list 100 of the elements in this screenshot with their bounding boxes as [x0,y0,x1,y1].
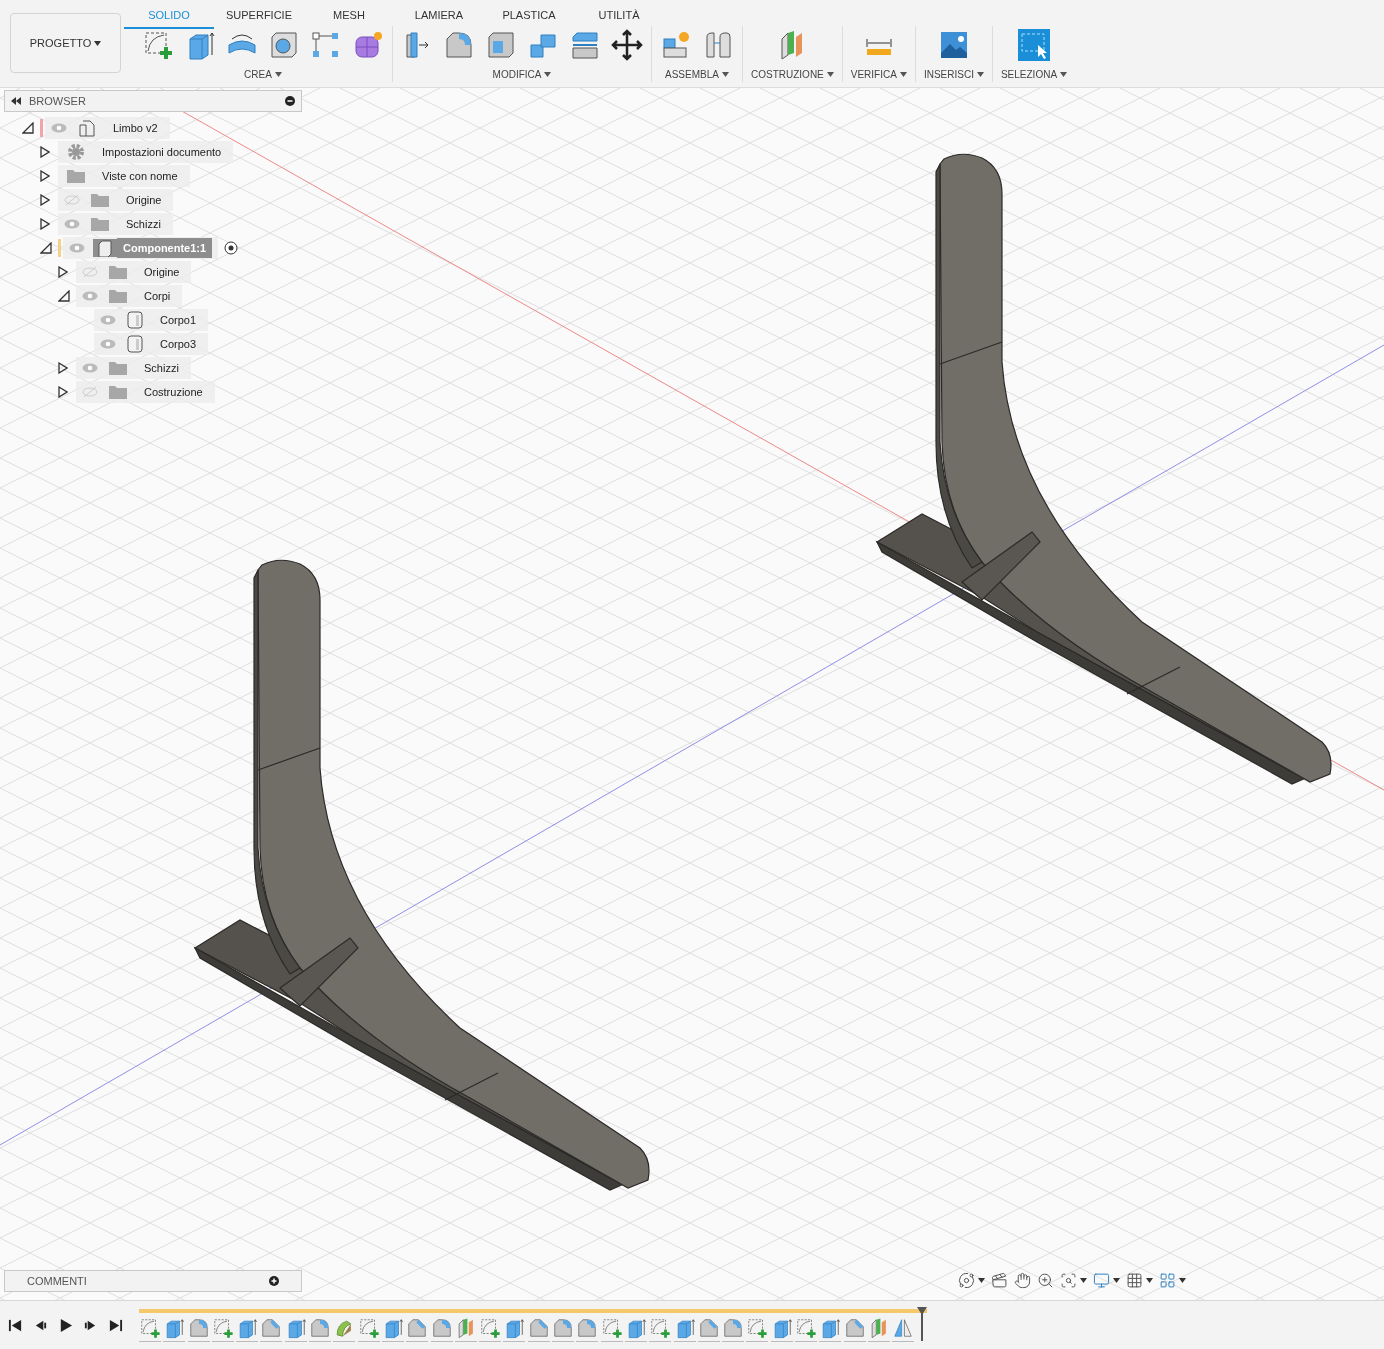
caret-icon [274,72,282,77]
ribbon-tab[interactable]: SUPERFICIE [214,0,304,29]
timeline-feature[interactable] [697,1316,720,1342]
timeline-feature[interactable] [843,1316,866,1342]
skip-to-end-icon[interactable] [108,1317,123,1333]
navigation-tool-button[interactable] [1060,1272,1087,1289]
timeline-feature[interactable] [746,1316,769,1342]
timeline-feature[interactable] [260,1316,283,1342]
timeline-feature[interactable] [381,1316,404,1342]
timeline-feature[interactable] [770,1316,793,1342]
expand-triangle-icon[interactable] [40,218,50,230]
expand-triangle-icon[interactable] [40,146,50,158]
timeline-feature[interactable] [649,1316,672,1342]
navigation-tool-button[interactable] [991,1272,1008,1289]
eye-icon[interactable] [82,291,98,301]
fillet-icon [309,1316,332,1339]
timeline-feature[interactable] [867,1316,890,1342]
tool-button[interactable] [611,29,643,61]
timeline-feature[interactable] [236,1316,259,1342]
sketch-icon [649,1316,672,1339]
orbit-icon [958,1272,975,1289]
collapse-panel-icon[interactable] [11,97,21,105]
timeline-feature[interactable] [284,1316,307,1342]
minus-circle-icon[interactable] [285,96,295,106]
ribbon-tab[interactable]: PLASTICA [484,0,574,29]
timeline-feature[interactable] [211,1316,234,1342]
eye-icon[interactable] [100,315,116,325]
timeline-feature[interactable] [309,1316,332,1342]
project-button[interactable]: PROGETTO [10,13,121,73]
group-menu-button[interactable]: SELEZIONA [1000,67,1068,82]
timeline-feature[interactable] [163,1316,186,1342]
timeline-marker-icon[interactable] [916,1307,927,1341]
active-radio-icon[interactable] [224,241,239,255]
sketch-icon [139,1316,161,1339]
monitor-icon [1093,1272,1110,1289]
ribbon-tab[interactable]: UTILITÀ [574,0,664,29]
collapse-triangle-icon[interactable] [58,290,70,302]
expand-triangle-icon[interactable] [58,386,68,398]
timeline-feature[interactable] [503,1316,526,1342]
timeline-feature[interactable] [600,1316,623,1342]
expand-triangle-icon[interactable] [58,362,68,374]
timeline-feature[interactable] [527,1316,550,1342]
expand-triangle-icon[interactable] [58,266,68,278]
navigation-tool-button[interactable] [1037,1272,1054,1289]
collapse-triangle-icon[interactable] [40,242,52,254]
sketch-icon [795,1316,817,1339]
timeline-feature[interactable] [552,1316,575,1342]
timeline-feature[interactable] [454,1316,477,1342]
timeline-feature[interactable] [357,1316,380,1342]
expand-triangle-icon[interactable] [40,170,50,182]
shell-icon [485,29,517,61]
caret-icon [1080,1278,1087,1283]
navigation-tool-button[interactable] [1014,1272,1031,1289]
timeline-feature[interactable] [430,1316,453,1342]
caret-icon [94,40,102,46]
zoom-fit-icon [1060,1272,1077,1289]
eye-icon[interactable] [64,219,80,229]
caret-icon [978,1278,985,1283]
timeline-feature[interactable] [722,1316,745,1342]
skip-to-start-icon[interactable] [8,1317,23,1333]
folder-icon [91,217,109,231]
caret-icon [1113,1278,1120,1283]
timeline-feature[interactable] [819,1316,842,1342]
timeline-feature[interactable] [795,1316,817,1342]
plus-circle-icon[interactable] [269,1276,279,1286]
timeline-feature[interactable] [576,1316,599,1342]
caret-icon [899,72,907,77]
group-menu-button[interactable]: COSTRUZIONE [751,67,834,82]
play-icon[interactable] [58,1317,73,1333]
fillet-icon [576,1316,599,1339]
move-icon [611,29,643,61]
expand-triangle-icon[interactable] [40,194,50,206]
group-menu-button[interactable]: INSERISCI [923,67,984,82]
ribbon-tab[interactable]: LAMIERA [394,0,484,29]
navigation-tool-button[interactable] [958,1272,985,1289]
group-menu-button[interactable]: MODIFICA [492,67,552,82]
group-menu-button[interactable]: CREA [244,67,282,82]
ribbon-tab[interactable]: MESH [304,0,394,29]
navigation-tool-button[interactable] [1159,1272,1186,1289]
comments-title: COMMENTI [27,1273,87,1289]
timeline-feature[interactable] [479,1316,502,1342]
eye-icon[interactable] [69,243,85,253]
collapse-triangle-icon[interactable] [22,122,34,134]
timeline-feature[interactable] [139,1316,161,1342]
timeline-feature[interactable] [624,1316,647,1342]
layout-grid-icon [1159,1272,1176,1289]
group-menu-button[interactable]: ASSEMBLA [665,67,729,82]
timeline-feature[interactable] [187,1316,210,1342]
navigation-tool-button[interactable] [1126,1272,1153,1289]
sketch-icon [357,1316,380,1339]
group-menu-button[interactable]: VERIFICA [850,67,907,82]
eye-icon[interactable] [82,363,98,373]
timeline-feature[interactable] [406,1316,429,1342]
folder-icon [67,169,85,183]
fillet-icon [430,1316,453,1339]
timeline-feature[interactable] [673,1316,696,1342]
eye-icon[interactable] [51,123,67,133]
eye-icon[interactable] [100,339,116,349]
navigation-tool-button[interactable] [1093,1272,1120,1289]
caret-icon [1060,72,1068,77]
